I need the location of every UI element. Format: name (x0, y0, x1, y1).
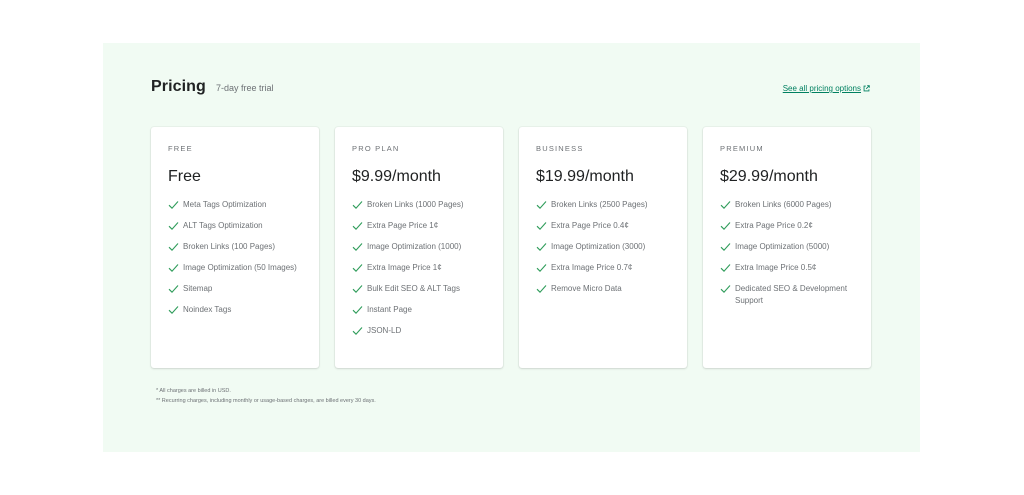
feature-label: Image Optimization (5000) (735, 242, 830, 251)
feature-item: Extra Page Price 0.4¢ (536, 220, 671, 232)
external-link-icon (863, 85, 870, 92)
feature-item: ALT Tags Optimization (168, 220, 303, 232)
feature-label: Extra Image Price 1¢ (367, 263, 442, 272)
feature-list: Broken Links (2500 Pages) Extra Page Pric… (536, 199, 671, 295)
feature-label: Broken Links (2500 Pages) (551, 200, 648, 209)
feature-item: Broken Links (2500 Pages) (536, 199, 671, 211)
checkmark-icon (168, 243, 179, 251)
checkmark-icon (168, 264, 179, 272)
feature-label: Broken Links (6000 Pages) (735, 200, 832, 209)
feature-item: Extra Page Price 1¢ (352, 220, 487, 232)
feature-label: Extra Page Price 1¢ (367, 221, 439, 230)
feature-label: JSON-LD (367, 326, 402, 335)
feature-list: Broken Links (1000 Pages) Extra Page Pric… (352, 199, 487, 337)
checkmark-icon (352, 306, 363, 314)
plan-label: PREMIUM (720, 144, 764, 153)
plan-card-business: BUSINESS $19.99/month Broken Links (2500… (519, 127, 687, 368)
plan-cards: FREE Free Meta Tags Optimization ALT Tags… (151, 127, 871, 368)
feature-label: Instant Page (367, 305, 412, 314)
plan-label: BUSINESS (536, 144, 584, 153)
checkmark-icon (168, 222, 179, 230)
feature-item: Image Optimization (3000) (536, 241, 671, 253)
checkmark-icon (720, 222, 731, 230)
feature-item: Image Optimization (1000) (352, 241, 487, 253)
feature-label: Extra Page Price 0.4¢ (551, 221, 629, 230)
checkmark-icon (168, 306, 179, 314)
feature-label: Dedicated SEO & Development Support (735, 284, 848, 305)
plan-label: PRO PLAN (352, 144, 400, 153)
checkmark-icon (352, 327, 363, 335)
plan-price: $19.99/month (536, 168, 634, 185)
feature-item: Remove Micro Data (536, 283, 671, 295)
plan-price: Free (168, 168, 201, 185)
checkmark-icon (168, 285, 179, 293)
checkmark-icon (536, 222, 547, 230)
feature-list: Broken Links (6000 Pages) Extra Page Pric… (720, 199, 855, 307)
feature-item: Noindex Tags (168, 304, 303, 316)
feature-item: Broken Links (100 Pages) (168, 241, 303, 253)
feature-label: Image Optimization (1000) (367, 242, 462, 251)
trial-subtitle: 7-day free trial (215, 83, 274, 93)
feature-item: Broken Links (1000 Pages) (352, 199, 487, 211)
feature-label: Image Optimization (3000) (551, 242, 646, 251)
plan-price: $29.99/month (720, 168, 818, 185)
feature-label: Extra Image Price 0.5¢ (735, 263, 817, 272)
feature-label: ALT Tags Optimization (183, 221, 263, 230)
page-title: Pricing (151, 78, 206, 95)
feature-label: Extra Page Price 0.2¢ (735, 221, 813, 230)
checkmark-icon (168, 201, 179, 209)
feature-item: Meta Tags Optimization (168, 199, 303, 211)
plan-price: $9.99/month (352, 168, 441, 185)
see-all-pricing-label: See all pricing options (782, 84, 861, 93)
feature-item: Extra Image Price 0.7¢ (536, 262, 671, 274)
plan-card-pro: PRO PLAN $9.99/month Broken Links (1000 … (335, 127, 503, 368)
checkmark-icon (536, 264, 547, 272)
billing-notes: * All charges are billed in USD. ** Recu… (156, 386, 376, 406)
billing-note: * All charges are billed in USD. (156, 388, 231, 394)
feature-item: Broken Links (6000 Pages) (720, 199, 855, 211)
checkmark-icon (536, 285, 547, 293)
feature-label: Remove Micro Data (551, 284, 622, 293)
checkmark-icon (352, 285, 363, 293)
checkmark-icon (352, 243, 363, 251)
feature-item: Extra Image Price 1¢ (352, 262, 487, 274)
pricing-panel: Pricing 7-day free trial See all pricing… (103, 43, 920, 452)
feature-item: Extra Page Price 0.2¢ (720, 220, 855, 232)
checkmark-icon (536, 201, 547, 209)
feature-item: JSON-LD (352, 325, 487, 337)
checkmark-icon (720, 201, 731, 209)
checkmark-icon (352, 222, 363, 230)
feature-label: Bulk Edit SEO & ALT Tags (367, 284, 460, 293)
feature-item: Instant Page (352, 304, 487, 316)
plan-card-free: FREE Free Meta Tags Optimization ALT Tags… (151, 127, 319, 368)
plan-card-premium: PREMIUM $29.99/month Broken Links (6000 … (703, 127, 871, 368)
feature-item: Dedicated SEO & Development Support (720, 283, 855, 307)
billing-note: ** Recurring charges, including monthly … (156, 398, 376, 404)
feature-list: Meta Tags Optimization ALT Tags Optimizat… (168, 199, 303, 316)
pricing-header: Pricing 7-day free trial See all pricing… (151, 78, 870, 96)
feature-label: Image Optimization (50 Images) (183, 263, 297, 272)
feature-label: Extra Image Price 0.7¢ (551, 263, 633, 272)
feature-label: Noindex Tags (183, 305, 232, 314)
checkmark-icon (352, 264, 363, 272)
title-group: Pricing 7-day free trial (151, 78, 273, 96)
feature-item: Sitemap (168, 283, 303, 295)
feature-label: Broken Links (1000 Pages) (367, 200, 464, 209)
checkmark-icon (720, 243, 731, 251)
checkmark-icon (352, 201, 363, 209)
see-all-pricing-link[interactable]: See all pricing options (783, 84, 870, 93)
feature-label: Broken Links (100 Pages) (183, 242, 276, 251)
checkmark-icon (536, 243, 547, 251)
feature-item: Image Optimization (5000) (720, 241, 855, 253)
checkmark-icon (720, 264, 731, 272)
feature-item: Image Optimization (50 Images) (168, 262, 303, 274)
feature-label: Sitemap (183, 284, 213, 293)
feature-item: Bulk Edit SEO & ALT Tags (352, 283, 487, 295)
feature-item: Extra Image Price 0.5¢ (720, 262, 855, 274)
checkmark-icon (720, 285, 731, 293)
plan-label: FREE (168, 144, 193, 153)
feature-label: Meta Tags Optimization (183, 200, 267, 209)
